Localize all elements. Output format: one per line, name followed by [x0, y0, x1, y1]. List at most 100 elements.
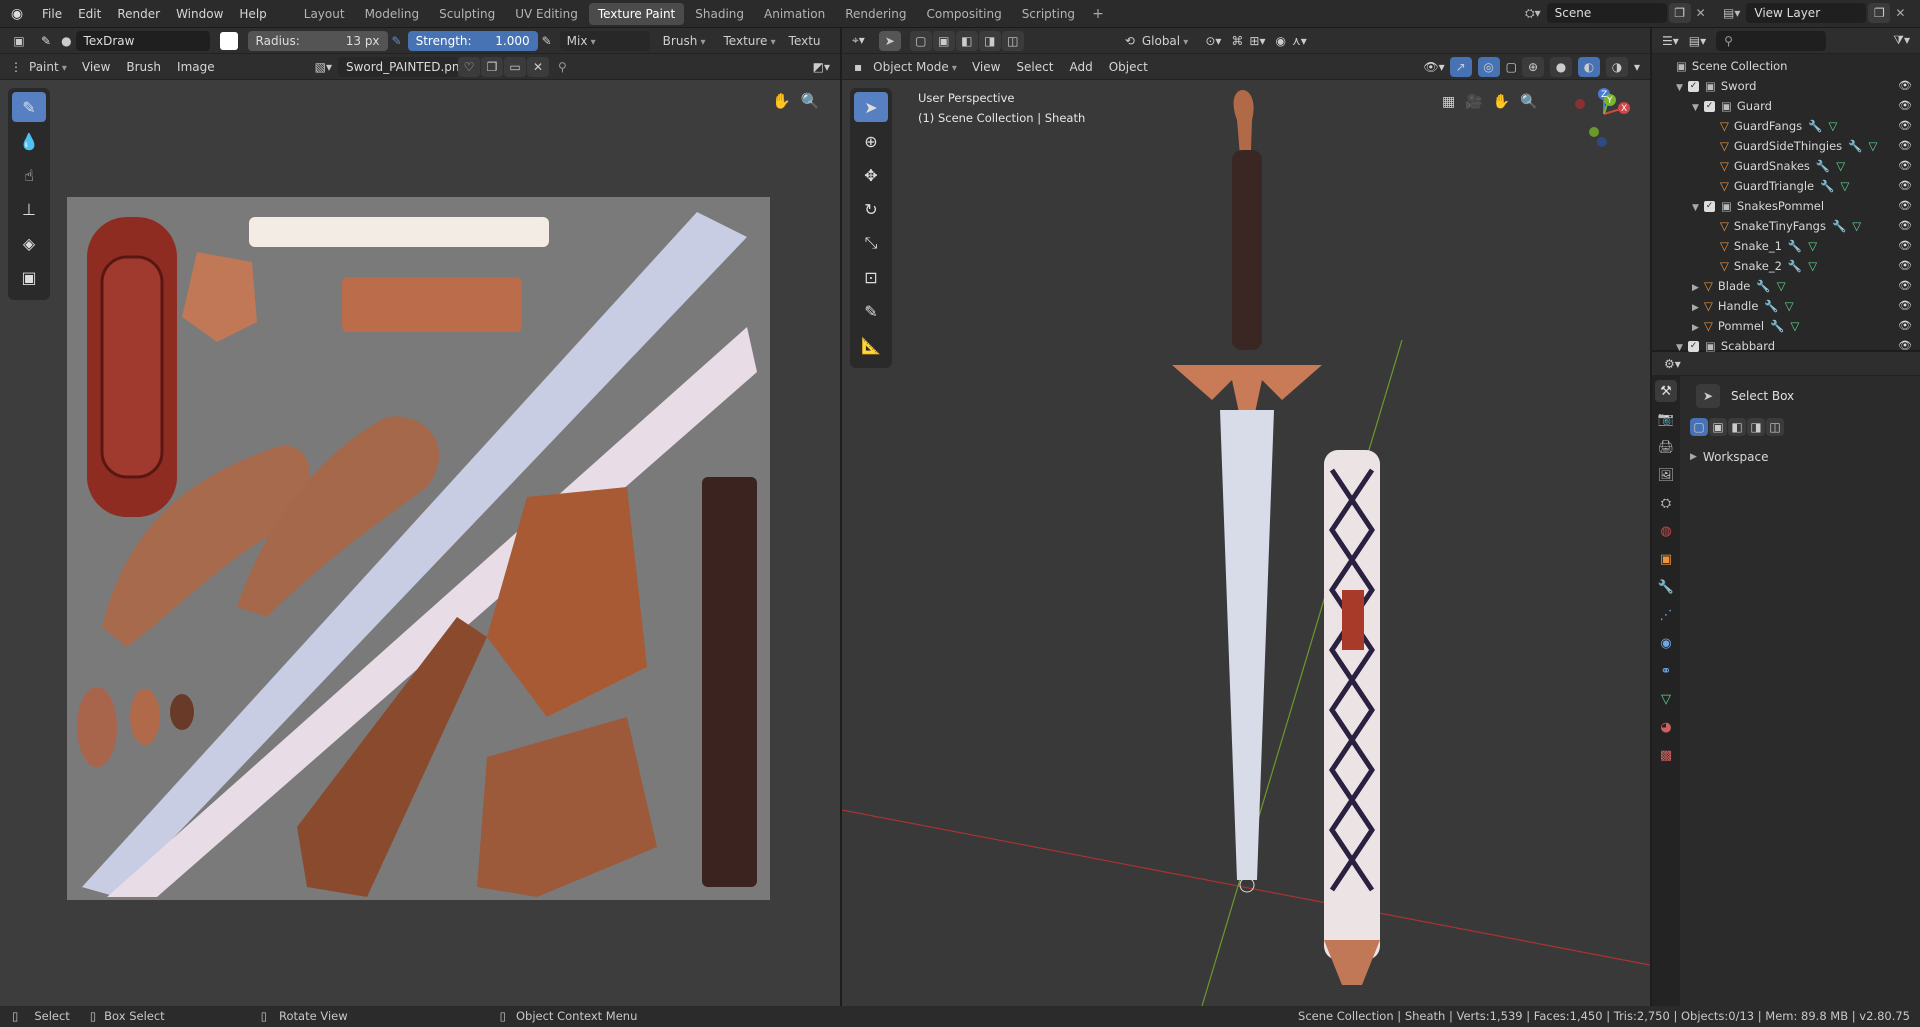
workspace-tab[interactable]: Scripting	[1013, 3, 1084, 25]
outliner-item[interactable]: ▽ Snake_1 🔧 ▽ 👁	[1652, 236, 1920, 256]
menu-window[interactable]: Window	[168, 0, 231, 28]
image-menu-brush[interactable]: Brush	[118, 57, 169, 77]
rotate-tool-icon[interactable]: ↻	[854, 194, 888, 224]
display-mode-icon[interactable]: ▤▾	[1689, 34, 1706, 48]
menu-help[interactable]: Help	[231, 0, 274, 28]
workspace-tab[interactable]: Compositing	[917, 3, 1010, 25]
pan-hand-icon[interactable]: ✋	[772, 92, 791, 110]
open-image-icon[interactable]: ▭	[504, 56, 526, 77]
select-tool-icon[interactable]: ➤	[878, 30, 901, 51]
viewport-zoom-icon[interactable]: 🔍	[1520, 94, 1537, 110]
remove-scene-icon[interactable]: ✕	[1696, 6, 1706, 20]
mesh-data-icon[interactable]: ▽	[1777, 279, 1786, 293]
visibility-eye-icon[interactable]: 👁	[1898, 296, 1912, 316]
rendered-shading-icon[interactable]: ◑	[1605, 56, 1628, 77]
strength-pressure-icon[interactable]: ✎	[542, 34, 552, 48]
outliner-item[interactable]: ▽ SnakeTinyFangs 🔧 ▽ 👁	[1652, 216, 1920, 236]
outliner-item[interactable]: ▽ GuardSideThingies 🔧 ▽ 👁	[1652, 136, 1920, 156]
mesh-data-icon[interactable]: ▽	[1808, 239, 1817, 253]
modifier-icon[interactable]: 🔧	[1764, 299, 1778, 313]
editor-type-icon[interactable]: ▣	[8, 31, 30, 51]
visibility-icon[interactable]: 👁▾	[1423, 60, 1444, 74]
mode-new-icon[interactable]: ▢	[1690, 418, 1708, 436]
move-tool-icon[interactable]: ✥	[854, 160, 888, 190]
brush-selector-icon[interactable]: ●	[61, 34, 71, 48]
fill-tool-icon[interactable]: ◈	[12, 228, 46, 258]
pivot-icon[interactable]: ⊙▾	[1205, 34, 1221, 48]
object-tab-icon[interactable]: ▣	[1655, 548, 1677, 570]
display-channels-icon[interactable]: ◩▾	[813, 60, 830, 74]
physics-tab-icon[interactable]: ◉	[1655, 632, 1677, 654]
select-invert-icon[interactable]: ◨	[978, 30, 1001, 51]
select-box-tool-icon[interactable]: ➤	[854, 92, 888, 122]
workspace-tab[interactable]: Modeling	[356, 3, 429, 25]
new-view-layer-icon[interactable]: ❐	[1868, 3, 1891, 23]
outliner-item[interactable]: ▼ ✓ ▣ Guard 👁	[1652, 96, 1920, 116]
clone-tool-icon[interactable]: ⊥	[12, 194, 46, 224]
cursor-tool-icon[interactable]: ⊕	[854, 126, 888, 156]
image-editor-type-icon[interactable]: ⋮	[10, 60, 22, 74]
outliner-item[interactable]: ▽ GuardTriangle 🔧 ▽ 👁	[1652, 176, 1920, 196]
modifier-icon[interactable]: 🔧	[1832, 219, 1846, 233]
collection-checkbox[interactable]: ✓	[1688, 341, 1699, 352]
overlay-toggle-icon[interactable]: ◎	[1477, 56, 1500, 77]
modifier-icon[interactable]: 🔧	[1848, 139, 1862, 153]
image-menu-view[interactable]: View	[74, 57, 118, 77]
brush-name-field[interactable]: TexDraw	[75, 30, 210, 51]
mesh-data-icon[interactable]: ▽	[1836, 159, 1845, 173]
workspace-tab[interactable]: Animation	[755, 3, 834, 25]
mesh-data-icon[interactable]: ▽	[1828, 119, 1837, 133]
proportional-icon[interactable]: ◉	[1275, 34, 1285, 48]
viewport-menu-object[interactable]: Object	[1101, 57, 1156, 77]
mode-invert-icon[interactable]: ◨	[1747, 418, 1765, 436]
mode-extend-icon[interactable]: ▣	[1709, 418, 1727, 436]
unlink-image-icon[interactable]: ✕	[527, 56, 549, 77]
menu-file[interactable]: File	[34, 0, 70, 28]
snap-target-icon[interactable]: ⊞▾	[1249, 34, 1265, 48]
modifier-icon[interactable]: 🔧	[1788, 239, 1802, 253]
viewport-area[interactable]: ➤ ⊕ ✥ ↻ ⤡ ⊡ ✎ 📐 User Perspective (1) Sce…	[842, 80, 1650, 1006]
paint-mode-dropdown[interactable]: Paint	[22, 57, 74, 77]
expand-arrow-icon[interactable]: ▼	[1676, 78, 1688, 98]
xray-icon[interactable]: ▢	[1506, 60, 1517, 74]
material-shading-icon[interactable]: ◐	[1577, 56, 1600, 77]
outliner-item[interactable]: ▽ GuardFangs 🔧 ▽ 👁	[1652, 116, 1920, 136]
image-name-field[interactable]: Sword_PAINTED.png	[338, 56, 458, 77]
mask-tool-icon[interactable]: ▣	[12, 262, 46, 292]
new-image-icon[interactable]: ❐	[481, 56, 503, 77]
workspace-tab[interactable]: Shading	[686, 3, 753, 25]
draw-tool-icon[interactable]: ✎	[12, 92, 46, 122]
texture-menu[interactable]: Texture	[717, 31, 783, 51]
world-tab-icon[interactable]: ◍	[1655, 520, 1677, 542]
image-browse-icon[interactable]: ▧▾	[315, 60, 332, 74]
smear-tool-icon[interactable]: ☝	[12, 160, 46, 190]
navigation-gizmo[interactable]: Z Y X	[1562, 84, 1642, 164]
image-editor-area[interactable]: ✎ 💧 ☝ ⊥ ◈ ▣ ✋ 🔍	[0, 80, 840, 1006]
collection-checkbox[interactable]: ✓	[1704, 101, 1715, 112]
expand-arrow-icon[interactable]: ▶	[1692, 278, 1704, 298]
viewport-menu-add[interactable]: Add	[1061, 57, 1100, 77]
filter-icon[interactable]: ⧩▾	[1893, 33, 1910, 48]
zoom-icon[interactable]: 🔍	[801, 92, 820, 110]
workspace-tab[interactable]: Layout	[295, 3, 354, 25]
viewport-type-icon[interactable]: ⌖▾	[852, 33, 865, 48]
render-tab-icon[interactable]: 📷	[1655, 408, 1677, 430]
viewport-menu-select[interactable]: Select	[1008, 57, 1061, 77]
radius-pressure-icon[interactable]: ✎	[392, 34, 402, 48]
visibility-eye-icon[interactable]: 👁	[1898, 316, 1912, 336]
particles-tab-icon[interactable]: ⋰	[1655, 604, 1677, 626]
scale-tool-icon[interactable]: ⤡	[854, 228, 888, 258]
mesh-data-icon[interactable]: ▽	[1852, 219, 1861, 233]
strength-field[interactable]: Strength: 1.000	[407, 30, 538, 51]
visibility-eye-icon[interactable]: 👁	[1898, 116, 1912, 136]
brush-color-swatch[interactable]	[219, 31, 238, 50]
wireframe-shading-icon[interactable]: ⊕	[1521, 56, 1544, 77]
outliner-item[interactable]: ▶ ▽ Pommel 🔧 ▽ 👁	[1652, 316, 1920, 336]
active-tool-icon[interactable]: ➤	[1696, 384, 1720, 408]
modifier-icon[interactable]: 🔧	[1820, 179, 1834, 193]
modifier-icon[interactable]: 🔧	[1756, 279, 1770, 293]
select-subtract-icon[interactable]: ◧	[955, 30, 978, 51]
radius-field[interactable]: Radius: 13 px	[247, 30, 388, 51]
view-layer-tab-icon[interactable]: 🖼	[1655, 464, 1677, 486]
constraints-tab-icon[interactable]: ⚭	[1655, 660, 1677, 682]
